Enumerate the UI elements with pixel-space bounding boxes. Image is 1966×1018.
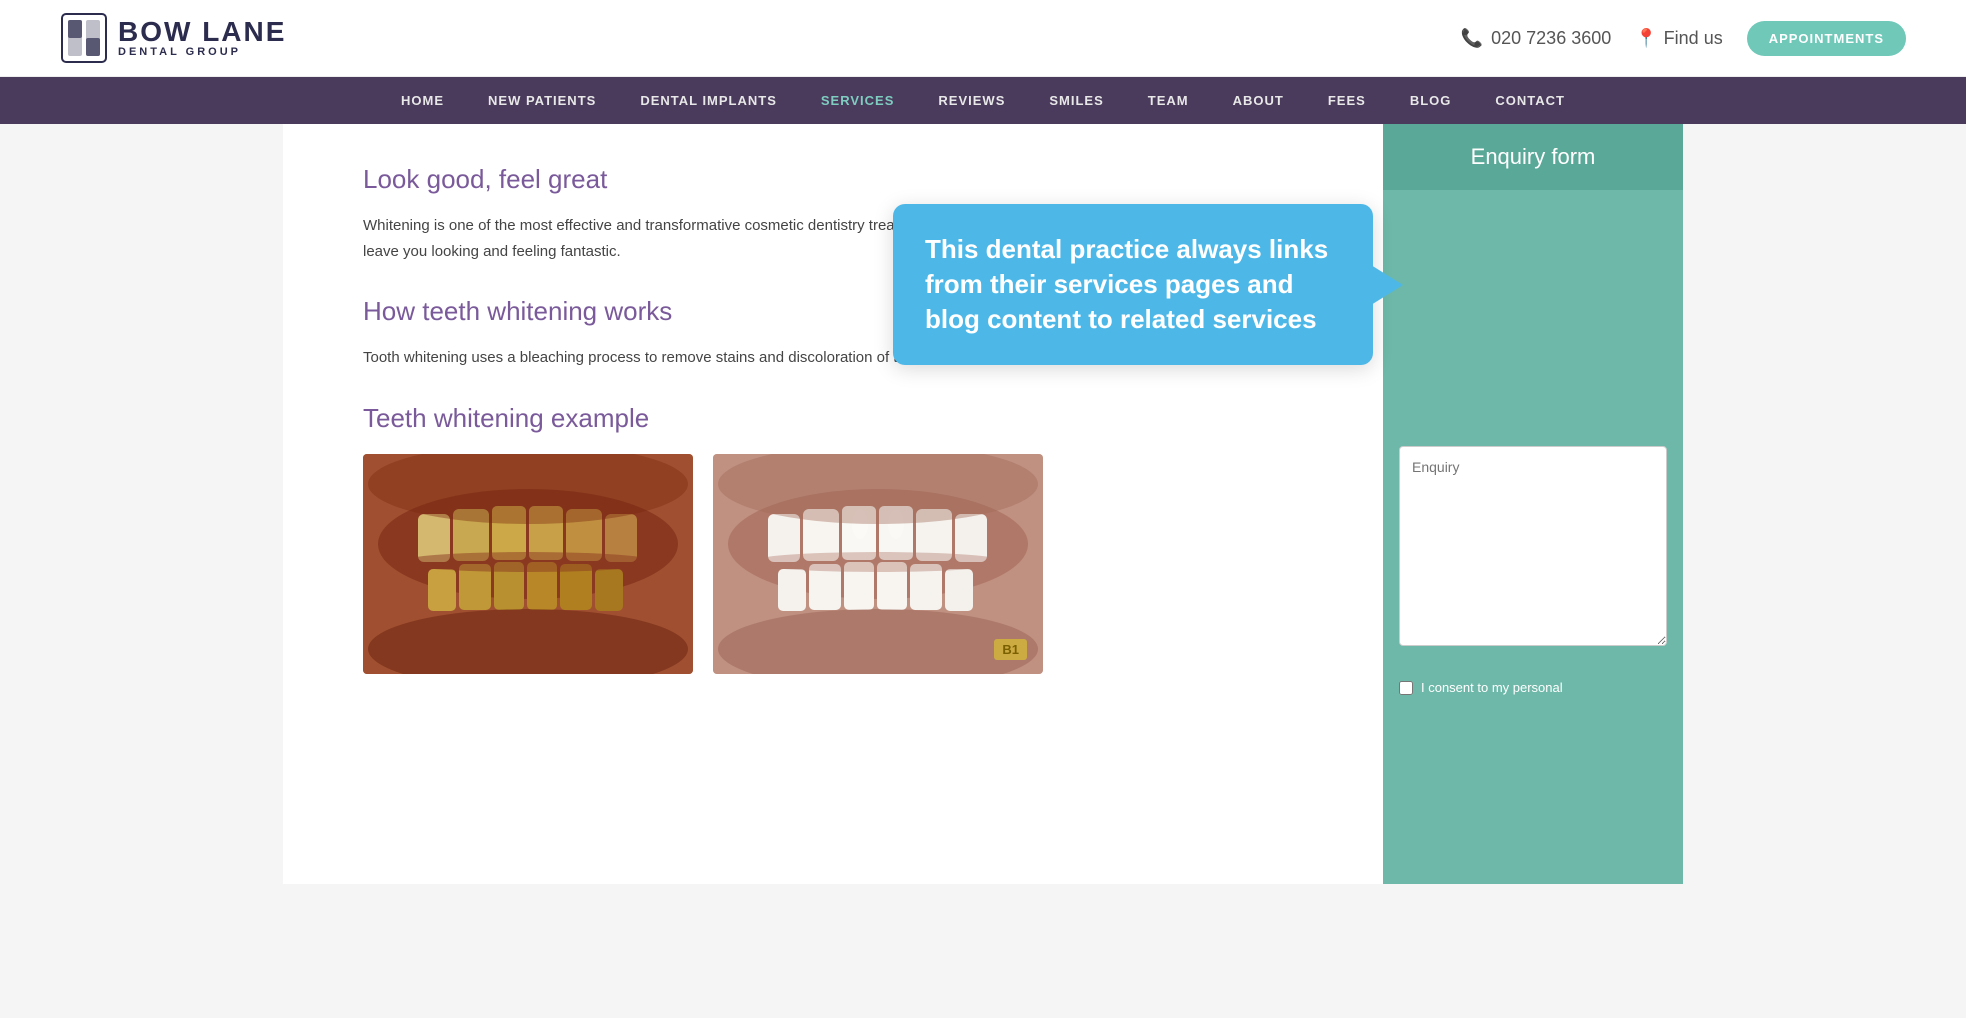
nav-blog[interactable]: BLOG: [1388, 77, 1474, 124]
logo-title: BOW LANE: [118, 18, 286, 46]
sidebar: Enquiry form This dental practice always…: [1383, 124, 1683, 884]
enquiry-textarea[interactable]: [1399, 446, 1667, 646]
nav-contact[interactable]: CONTACT: [1473, 77, 1587, 124]
nav-reviews[interactable]: REVIEWS: [916, 77, 1027, 124]
logo-text: BOW LANE DENTAL GROUP: [118, 18, 286, 58]
phone-icon: 📞: [1461, 28, 1483, 49]
tooltip-bubble: This dental practice always links from t…: [893, 204, 1373, 365]
header-right: 📞 020 7236 3600 📍 Find us APPOINTMENTS: [1461, 21, 1906, 56]
nav-about[interactable]: ABOUT: [1211, 77, 1306, 124]
image-row: B1: [363, 454, 1323, 674]
location-icon: 📍: [1635, 28, 1657, 49]
main-nav: HOME NEW PATIENTS DENTAL IMPLANTS SERVIC…: [0, 77, 1966, 124]
teeth-after-image: B1: [713, 454, 1043, 674]
nav-dental-implants[interactable]: DENTAL IMPLANTS: [618, 77, 799, 124]
site-header: BOW LANE DENTAL GROUP 📞 020 7236 3600 📍 …: [0, 0, 1966, 77]
teeth-before-image: [363, 454, 693, 674]
consent-label: I consent to my personal: [1421, 679, 1563, 697]
find-us-label: Find us: [1664, 28, 1723, 49]
enquiry-textarea-wrapper: [1383, 430, 1683, 667]
appointments-button[interactable]: APPOINTMENTS: [1747, 21, 1906, 56]
logo-icon: [60, 12, 108, 64]
nav-fees[interactable]: FEES: [1306, 77, 1388, 124]
logo[interactable]: BOW LANE DENTAL GROUP: [60, 12, 286, 64]
phone-number: 020 7236 3600: [1491, 28, 1611, 49]
consent-row: I consent to my personal: [1383, 667, 1683, 709]
find-us-link[interactable]: 📍 Find us: [1635, 28, 1722, 49]
heading-example: Teeth whitening example: [363, 403, 1323, 434]
tooltip-text: This dental practice always links from t…: [925, 234, 1328, 334]
nav-new-patients[interactable]: NEW PATIENTS: [466, 77, 618, 124]
enquiry-form-header: Enquiry form: [1383, 124, 1683, 190]
nav-smiles[interactable]: SMILES: [1027, 77, 1125, 124]
nav-services[interactable]: SERVICES: [799, 77, 917, 124]
shade-badge: B1: [994, 639, 1027, 660]
main-container: Look good, feel great Whitening is one o…: [283, 124, 1683, 884]
phone-link[interactable]: 📞 020 7236 3600: [1461, 28, 1612, 49]
heading-look-good: Look good, feel great: [363, 164, 1323, 195]
consent-checkbox[interactable]: [1399, 681, 1413, 695]
logo-subtitle: DENTAL GROUP: [118, 46, 286, 58]
nav-team[interactable]: TEAM: [1126, 77, 1211, 124]
nav-home[interactable]: HOME: [379, 77, 466, 124]
